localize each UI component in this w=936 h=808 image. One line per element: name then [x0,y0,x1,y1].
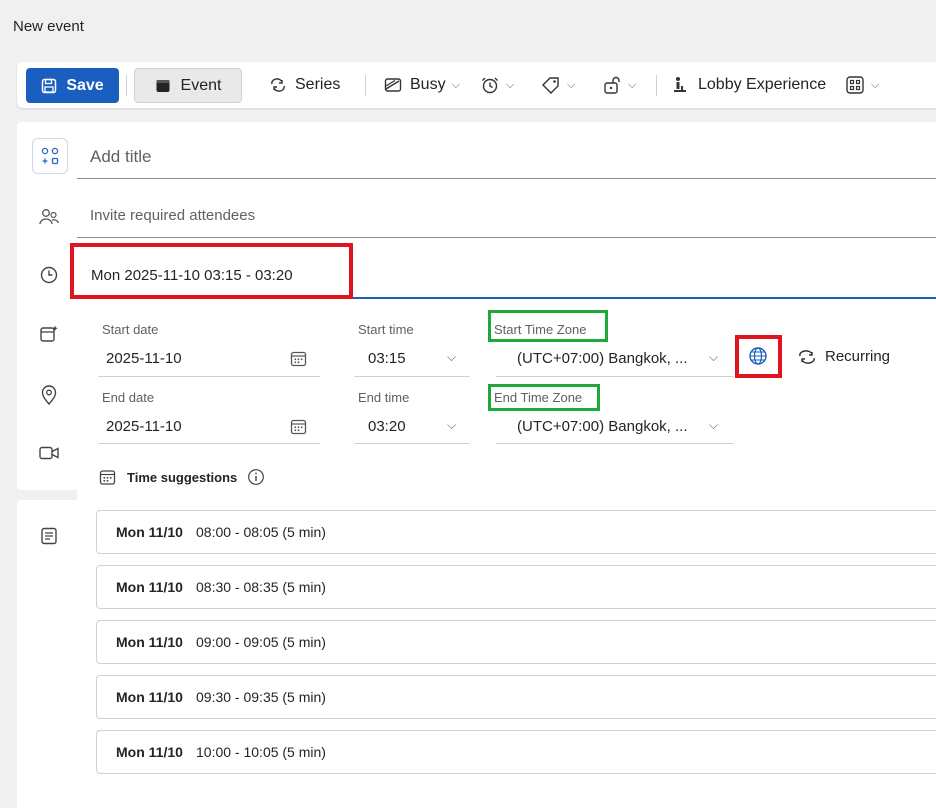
toolbar: Save Event Series Busy ⌵ ⌵ ⌵ ⌵ Lobby Exp… [17,62,936,108]
series-button[interactable]: Series [269,62,340,108]
lobby-icon [674,77,686,92]
start-time-label: Start time [358,322,414,337]
calendar-add-icon [38,323,60,345]
save-button[interactable]: Save [26,68,119,103]
suggestion-time: 10:00 - 10:05 (5 min) [196,744,326,760]
location-icon [38,384,60,406]
end-date-input[interactable]: 2025-11-10 [106,418,182,435]
suggestion-date: Mon 11/10 [116,579,183,595]
alarm-clock-icon [482,77,498,94]
highlight-box-end-timezone [488,384,600,411]
form-icon-column [17,122,77,490]
time-suggestion-item[interactable]: Mon 11/10 10:00 - 10:05 (5 min) [96,730,936,774]
window-title: New event [13,18,84,35]
highlight-box-datetime [70,243,353,299]
suggestion-date: Mon 11/10 [116,524,183,540]
event-label: Event [180,76,222,94]
end-timezone-select[interactable]: (UTC+07:00) Bangkok, ... [517,418,688,435]
calendar-picker-icon[interactable] [290,418,307,440]
category-dropdown[interactable]: ⌵ [541,62,575,108]
people-icon [38,206,60,228]
suggestion-date: Mon 11/10 [116,744,183,760]
event-button[interactable]: Event [134,68,242,103]
suggestion-time: 09:30 - 09:35 (5 min) [196,689,326,705]
end-date-underline [98,443,320,444]
busy-label: Busy [410,76,446,93]
chevron-down-icon: ⌵ [506,78,515,91]
apps-grid-icon [846,76,864,94]
sticker-icon [41,147,59,165]
time-suggestion-item[interactable]: Mon 11/10 08:00 - 08:05 (5 min) [96,510,936,554]
chevron-down-icon[interactable]: ⌵ [447,418,456,433]
save-label: Save [66,76,104,94]
repeat-icon [271,78,285,92]
toolbar-divider [126,75,127,96]
chevron-down-icon[interactable]: ⌵ [709,350,718,365]
start-time-select[interactable]: 03:15 [368,350,406,367]
start-date-underline [98,376,320,377]
time-suggestion-item[interactable]: Mon 11/10 09:00 - 09:05 (5 min) [96,620,936,664]
end-date-label: End date [102,390,155,405]
end-timezone-underline [496,443,734,444]
chevron-down-icon: ⌵ [567,78,576,91]
title-input[interactable]: Add title [90,147,151,167]
chevron-down-icon[interactable]: ⌵ [709,418,718,433]
start-date-label: Start date [102,322,159,337]
series-label: Series [295,76,341,93]
suggestion-time: 09:00 - 09:05 (5 min) [196,634,326,650]
lobby-label: Lobby Experience [698,76,827,93]
calendar-picker-icon[interactable] [290,350,307,372]
time-suggestion-item[interactable]: Mon 11/10 08:30 - 08:35 (5 min) [96,565,936,609]
toolbar-divider [365,75,366,96]
suggestion-time: 08:00 - 08:05 (5 min) [196,524,326,540]
recurring-button[interactable]: Recurring [797,348,890,365]
end-time-label: End time [358,390,410,405]
time-suggestions-header: Time suggestions [99,468,265,486]
suggestion-date: Mon 11/10 [116,634,183,650]
busy-dropdown[interactable]: Busy ⌵ [384,62,460,108]
attendees-input[interactable]: Invite required attendees [90,207,255,224]
start-date-input[interactable]: 2025-11-10 [106,350,182,367]
time-suggestion-item[interactable]: Mon 11/10 09:30 - 09:35 (5 min) [96,675,936,719]
lock-open-icon [604,76,620,94]
highlight-box-start-timezone [488,310,608,342]
chevron-down-icon: ⌵ [628,78,637,91]
start-timezone-select[interactable]: (UTC+07:00) Bangkok, ... [517,350,688,367]
chevron-down-icon: ⌵ [451,78,460,91]
lobby-experience-button[interactable]: Lobby Experience [672,62,826,108]
title-icon-button[interactable] [32,138,68,174]
calendar-event-icon [156,79,170,92]
apps-dropdown[interactable]: ⌵ [845,62,879,108]
time-suggestions-title: Time suggestions [127,469,238,485]
start-timezone-underline [496,376,734,377]
toolbar-divider [656,75,657,96]
end-time-underline [354,443,470,444]
highlight-box-timezone-button [735,335,782,378]
chevron-down-icon: ⌵ [871,78,880,91]
notes-icon [38,525,60,547]
privacy-dropdown[interactable]: ⌵ [602,62,636,108]
end-time-select[interactable]: 03:20 [368,418,406,435]
clock-icon [38,264,60,286]
attendees-underline [77,237,936,238]
suggestion-date: Mon 11/10 [116,689,183,705]
repeat-icon [799,349,815,364]
info-icon[interactable] [247,468,265,486]
save-icon [42,78,57,93]
busy-status-icon [384,78,402,92]
calendar-grid-icon [99,469,116,485]
reminder-dropdown[interactable]: ⌵ [480,62,514,108]
video-call-icon [38,442,60,464]
tag-icon [542,77,559,94]
suggestion-time: 08:30 - 08:35 (5 min) [196,579,326,595]
start-time-underline [354,376,470,377]
title-underline [77,178,936,179]
recurring-label: Recurring [825,348,891,365]
chevron-down-icon[interactable]: ⌵ [447,350,456,365]
